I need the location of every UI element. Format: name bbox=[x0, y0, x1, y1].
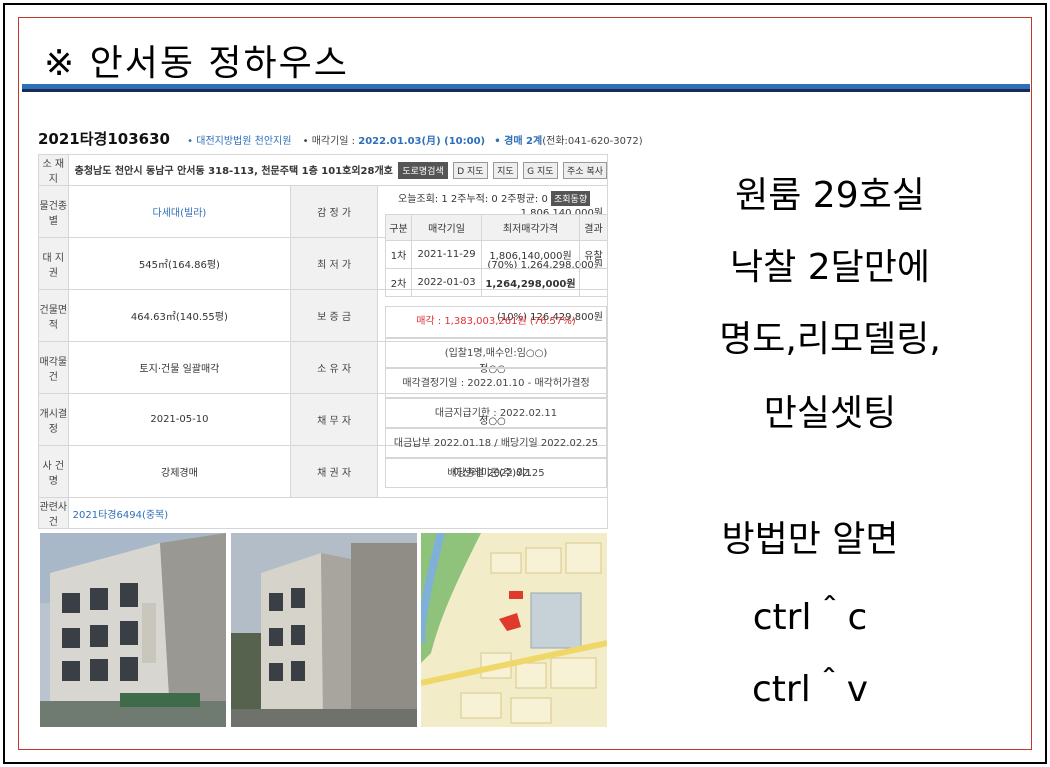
case-label: 사 건 명 bbox=[38, 445, 69, 498]
dept: • 경매 2계(전화:041-620-3072) bbox=[494, 136, 642, 147]
phone: (전화:041-620-3072) bbox=[542, 136, 643, 147]
case-header: 2021타경103630 • 대전지방법원 천안지원 • 매각기일 : 2022… bbox=[38, 128, 643, 148]
sale-price-value: 매각 : 1,383,003,261원 bbox=[416, 316, 527, 327]
bldg-label: 건물면적 bbox=[38, 289, 69, 342]
col-result: 결과 bbox=[579, 214, 608, 241]
case-number: 2021타경103630 bbox=[38, 130, 170, 148]
right-line-3: 명도,리모델링, bbox=[719, 319, 941, 360]
result bbox=[579, 268, 608, 297]
debtor-label: 채 무 자 bbox=[290, 393, 378, 446]
col-price: 최저매각가격 bbox=[481, 214, 580, 241]
right-line-6: ctrl＾c bbox=[752, 597, 868, 638]
addr-cell: 충청남도 천안시 동남구 안서동 318-113, 천문주택 1층 101호외2… bbox=[67, 154, 609, 186]
appraise-label: 감 정 가 bbox=[290, 185, 378, 238]
sale-date: • 매각기일 : 2022.01.03(月) (10:00) bbox=[303, 136, 485, 147]
col-date: 매각기일 bbox=[411, 214, 482, 241]
start-label: 개시결정 bbox=[38, 393, 69, 446]
view-stats: 오늘조회: 1 2주누적: 0 2주평균: 0 조회동향 bbox=[398, 190, 591, 206]
note-deadline: 대금지급기한 : 2022.02.11 bbox=[385, 398, 607, 428]
dept-name: • 경매 2계 bbox=[494, 136, 543, 147]
auction-panel: 2021타경103630 • 대전지방법원 천안지원 • 매각기일 : 2022… bbox=[38, 124, 643, 529]
table-row: 관련사건 2021타경6494(중복) bbox=[38, 497, 609, 529]
note-payment: 대금납부 2022.01.18 / 배당기일 2022.02.25 bbox=[385, 428, 607, 458]
related-label: 관련사건 bbox=[38, 497, 69, 529]
sale-obj-label: 매각물건 bbox=[38, 341, 69, 394]
right-line-4: 만실셋팅 bbox=[763, 393, 897, 434]
history-header: 구분 매각기일 최저매각가격 결과 bbox=[385, 214, 608, 241]
min-label: 최 저 가 bbox=[290, 237, 378, 290]
sale-rate: (76.57%) bbox=[529, 316, 576, 327]
right-line-5: 방법만 알면 bbox=[721, 519, 899, 560]
result: 유찰 bbox=[579, 240, 608, 269]
addr-value: 충청남도 천안시 동남구 안서동 318-113, 천문주택 1층 101호외2… bbox=[74, 165, 393, 177]
sale-obj-value: 토지·건물 일괄매각 bbox=[67, 341, 292, 394]
round: 2차 bbox=[385, 268, 412, 297]
deposit-label: 보 증 금 bbox=[290, 289, 378, 342]
road-search-button[interactable]: 도로명검색 bbox=[398, 161, 448, 179]
note-closed: 배당종결 2022.02.25 bbox=[385, 458, 607, 488]
price: 1,264,298,000원 bbox=[481, 268, 580, 297]
right-line-2: 낙찰 2달만에 bbox=[730, 247, 930, 288]
court[interactable]: • 대전지방법원 천안지원 bbox=[187, 136, 291, 147]
sale-price: 매각 : 1,383,003,261원 (76.57%) bbox=[385, 306, 607, 338]
right-line-7: ctrl＾v bbox=[751, 669, 869, 710]
building-photo-1 bbox=[40, 533, 226, 727]
round: 1차 bbox=[385, 240, 412, 269]
date: 2022-01-03 bbox=[411, 268, 482, 297]
case-prefix: 2021타경 bbox=[38, 130, 108, 148]
note-bidder: (입찰1명,매수인:임○○) bbox=[385, 338, 607, 368]
map-button-2[interactable]: 지도 bbox=[493, 161, 518, 179]
title-rule-dark bbox=[22, 89, 1030, 92]
view-trend-button[interactable]: 조회동향 bbox=[551, 191, 591, 206]
col-round: 구분 bbox=[385, 214, 412, 241]
map-button-3[interactable]: G 지도 bbox=[523, 161, 558, 179]
type-value: 다세대(빌라) bbox=[67, 185, 292, 238]
slide-title: ※ 안서동 정하우스 bbox=[44, 43, 349, 84]
history-table: 구분 매각기일 최저매각가격 결과 1차 2021-11-29 1,806,14… bbox=[385, 214, 608, 297]
owner-label: 소 유 자 bbox=[290, 341, 378, 394]
table-row: 2차 2022-01-03 1,264,298,000원 bbox=[385, 268, 608, 297]
land-label: 대 지 권 bbox=[38, 237, 69, 290]
addr-label: 소 재 지 bbox=[38, 154, 69, 186]
related-value[interactable]: 2021타경6494(중복) bbox=[67, 497, 609, 529]
table-row: 소 재 지 충청남도 천안시 동남구 안서동 318-113, 천문주택 1층 … bbox=[38, 154, 609, 186]
start-value: 2021-05-10 bbox=[67, 393, 292, 446]
bldg-value: 464.63㎡(140.55평) bbox=[67, 289, 292, 342]
building-photo-2 bbox=[231, 533, 417, 727]
date: 2021-11-29 bbox=[411, 240, 482, 269]
land-value: 545㎡(164.86평) bbox=[67, 237, 292, 290]
right-line-1: 원룸 29호실 bbox=[735, 175, 925, 216]
copy-address-button[interactable]: 주소 복사 bbox=[563, 161, 607, 179]
price: 1,806,140,000원 bbox=[481, 240, 580, 269]
type-label: 물건종별 bbox=[38, 185, 69, 238]
map-button-1[interactable]: D 지도 bbox=[453, 161, 488, 179]
sale-date-value: 2022.01.03(月) (10:00) bbox=[358, 136, 486, 147]
view-stats-text: 오늘조회: 1 2주누적: 0 2주평균: 0 bbox=[398, 194, 548, 205]
sale-date-label: • 매각기일 : bbox=[302, 136, 356, 147]
case-no: 103630 bbox=[107, 130, 170, 148]
location-map bbox=[421, 533, 607, 727]
note-decision: 매각결정기일 : 2022.01.10 - 매각허가결정 bbox=[385, 368, 607, 398]
case-value: 강제경매 bbox=[67, 445, 292, 498]
table-row: 1차 2021-11-29 1,806,140,000원 유찰 bbox=[385, 240, 608, 269]
creditor-label: 채 권 자 bbox=[290, 445, 378, 498]
